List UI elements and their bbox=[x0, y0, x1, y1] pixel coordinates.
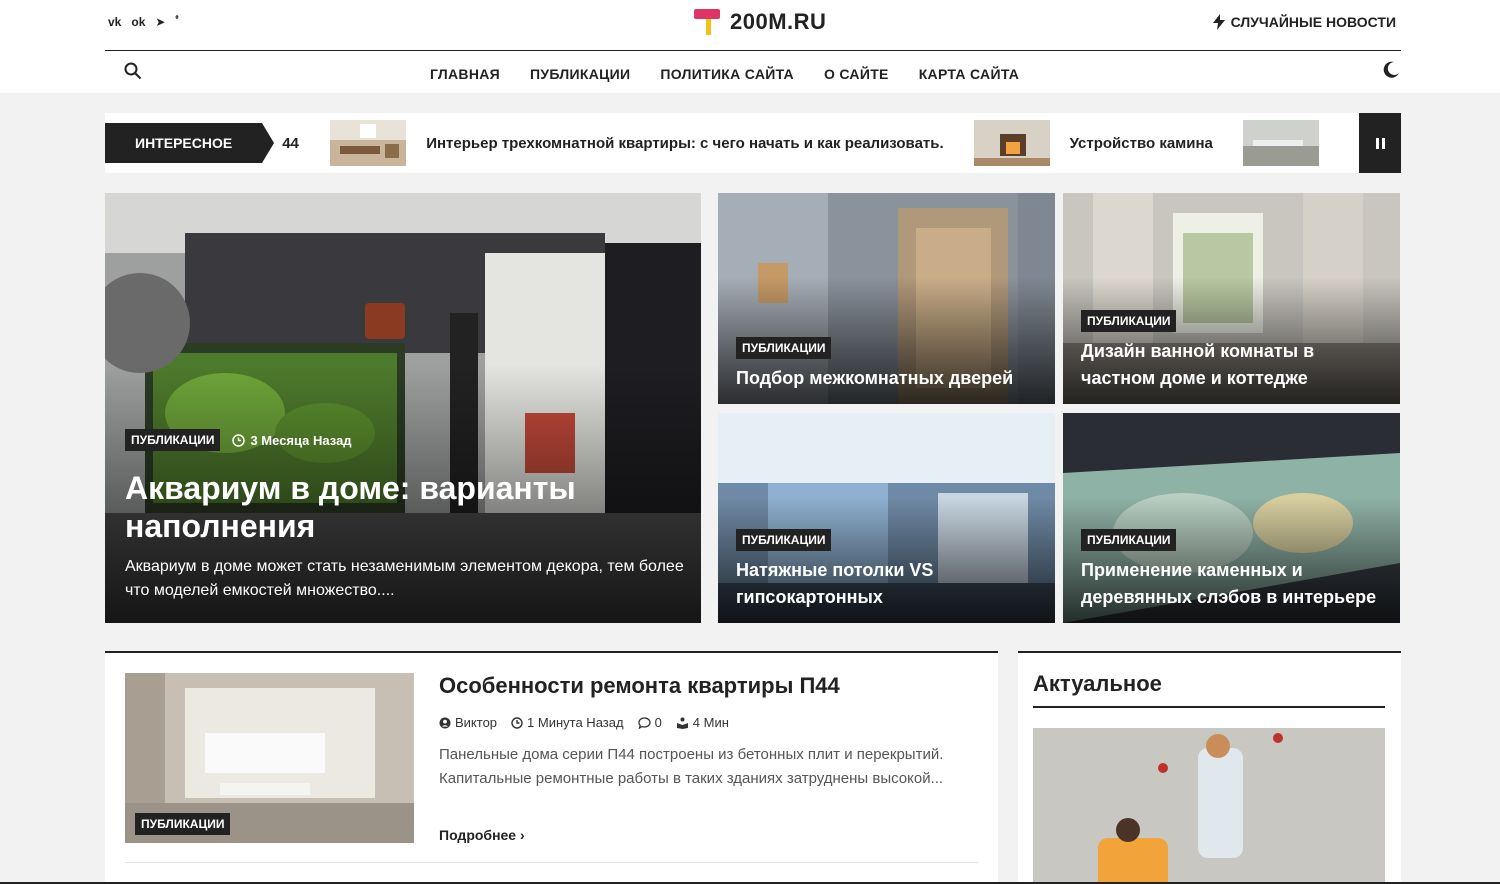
hero-post[interactable]: ПУБЛИКАЦИИ 3 Месяца Назад Аквариум в дом… bbox=[105, 193, 701, 623]
nav-policy[interactable]: ПОЛИТИКА САЙТА bbox=[660, 66, 794, 82]
sidebar-post-image[interactable] bbox=[1033, 728, 1385, 884]
clock-icon bbox=[511, 716, 523, 729]
read-more-label: Подробнее bbox=[439, 827, 517, 843]
category-badge[interactable]: ПУБЛИКАЦИИ bbox=[1081, 310, 1177, 332]
ticker-thumbnail bbox=[1242, 120, 1319, 166]
header-divider bbox=[105, 50, 1401, 51]
random-news-label: СЛУЧАЙНЫЕ НОВОСТИ bbox=[1230, 14, 1396, 30]
post-list: ПУБЛИКАЦИИ Особенности ремонта квартиры … bbox=[105, 651, 998, 884]
search-icon[interactable] bbox=[124, 62, 142, 80]
nav-sitemap[interactable]: КАРТА САЙТА bbox=[919, 66, 1020, 82]
post-excerpt: Панельные дома серии П44 построены из бе… bbox=[439, 746, 944, 787]
chevron-right-icon: › bbox=[520, 827, 525, 843]
ticker-thumbnail bbox=[973, 120, 1050, 166]
read-more-link[interactable]: Подробнее › bbox=[439, 827, 525, 843]
post-card[interactable]: ПУБЛИКАЦИИ Дизайн ванной комнаты в частн… bbox=[1063, 193, 1400, 404]
post-read-time-text: 4 Мин bbox=[692, 715, 729, 730]
category-badge[interactable]: ПУБЛИКАЦИИ bbox=[1081, 529, 1177, 551]
post-card[interactable]: ПУБЛИКАЦИИ Подбор межкомнатных дверей bbox=[718, 193, 1055, 404]
ticker-item-title: Интерьер трехкомнатной квартиры: с чего … bbox=[426, 134, 944, 152]
site-header: vk ok ➤ ﾟ 200M.RU СЛУЧАЙНЫЕ НОВОСТИ ГЛАВ… bbox=[0, 0, 1500, 93]
bolt-icon bbox=[1212, 14, 1225, 30]
category-badge[interactable]: ПУБЛИКАЦИИ bbox=[736, 529, 832, 551]
post-title[interactable]: Особенности ремонта квартиры П44 bbox=[439, 673, 840, 699]
post-comment-count: 0 bbox=[654, 715, 662, 730]
ticker-item[interactable]: Устройство камина bbox=[973, 120, 1213, 166]
card-title[interactable]: Натяжные потолки VS гипсокартонных bbox=[736, 557, 1037, 611]
category-badge[interactable]: ПУБЛИКАЦИИ bbox=[125, 429, 221, 451]
card-content: ПУБЛИКАЦИИ Дизайн ванной комнаты в частн… bbox=[1081, 310, 1382, 392]
social-links: vk ok ➤ ﾟ bbox=[108, 14, 181, 30]
category-badge[interactable]: ПУБЛИКАЦИИ bbox=[135, 813, 231, 835]
user-icon bbox=[439, 717, 451, 728]
sidebar-title: Актуальное bbox=[1033, 671, 1162, 696]
book-reader-icon bbox=[676, 717, 688, 729]
post-read-time: 4 Мин bbox=[676, 715, 729, 730]
dark-mode-icon[interactable] bbox=[1382, 61, 1400, 79]
post-author-name: Виктор bbox=[455, 715, 498, 730]
sidebar-title-underline bbox=[1033, 706, 1385, 708]
post-card[interactable]: ПУБЛИКАЦИИ Применение каменных и деревян… bbox=[1063, 413, 1400, 623]
sidebar-image bbox=[1033, 728, 1385, 884]
ticker-item[interactable]: Интерьер трехкомнатной квартиры: с чего … bbox=[330, 120, 944, 166]
post-comments[interactable]: 0 bbox=[637, 715, 662, 730]
post-time-text: 1 Минута Назад bbox=[527, 715, 624, 730]
ticker-pause-button[interactable] bbox=[1359, 113, 1401, 173]
clock-icon bbox=[232, 433, 246, 447]
ticker-item-title: Устройство камина bbox=[1069, 134, 1213, 152]
ticker-item[interactable] bbox=[1242, 120, 1319, 166]
post-divider bbox=[125, 862, 978, 863]
category-badge[interactable]: ПУБЛИКАЦИИ bbox=[736, 337, 832, 359]
logo-text: 200M.RU bbox=[730, 9, 827, 34]
hero-time-text: 3 Месяца Назад bbox=[250, 432, 352, 448]
ticker-label: ИНТЕРЕСНОЕ bbox=[105, 123, 275, 163]
card-title[interactable]: Применение каменных и деревянных слэбов … bbox=[1081, 557, 1382, 611]
card-content: ПУБЛИКАЦИИ Применение каменных и деревян… bbox=[1081, 529, 1382, 611]
card-title[interactable]: Дизайн ванной комнаты в частном доме и к… bbox=[1081, 338, 1382, 392]
telegram-icon[interactable]: ➤ bbox=[155, 14, 165, 30]
hero-time: 3 Месяца Назад bbox=[232, 432, 352, 448]
ok-icon[interactable]: ok bbox=[131, 14, 145, 30]
post-meta: Виктор 1 Минута Назад 0 4 Мин bbox=[439, 715, 729, 730]
card-title[interactable]: Подбор межкомнатных дверей bbox=[736, 365, 1037, 392]
post-time: 1 Минута Назад bbox=[511, 715, 624, 730]
nav-publications[interactable]: ПУБЛИКАЦИИ bbox=[530, 66, 630, 82]
vk-icon[interactable]: vk bbox=[108, 14, 121, 30]
nav-about[interactable]: О САЙТЕ bbox=[824, 66, 889, 82]
news-ticker: ИНТЕРЕСНОЕ 44 Интерьер трехкомнатной ква… bbox=[105, 113, 1401, 173]
comment-icon bbox=[637, 716, 651, 729]
ticker-number: 44 bbox=[282, 134, 299, 152]
zen-icon[interactable]: ﾟ bbox=[175, 14, 181, 30]
post-thumbnail[interactable]: ПУБЛИКАЦИИ bbox=[125, 673, 414, 843]
hero-excerpt: Аквариум в доме может стать незаменимым … bbox=[125, 558, 684, 599]
hero-meta: ПУБЛИКАЦИИ 3 Месяца Назад bbox=[125, 429, 352, 451]
post-card[interactable]: ПУБЛИКАЦИИ Натяжные потолки VS гипсокарт… bbox=[718, 413, 1055, 623]
ticker-thumbnail bbox=[330, 120, 407, 166]
sidebar-widget: Актуальное bbox=[1018, 651, 1401, 884]
main-nav: ГЛАВНАЯ ПУБЛИКАЦИИ ПОЛИТИКА САЙТА О САЙТ… bbox=[430, 66, 1019, 82]
hero-title[interactable]: Аквариум в доме: варианты наполнения bbox=[125, 469, 665, 545]
card-content: ПУБЛИКАЦИИ Подбор межкомнатных дверей bbox=[736, 337, 1037, 392]
random-news-link[interactable]: СЛУЧАЙНЫЕ НОВОСТИ bbox=[1212, 14, 1396, 30]
site-logo[interactable]: 200M.RU bbox=[694, 8, 826, 36]
card-content: ПУБЛИКАЦИИ Натяжные потолки VS гипсокарт… bbox=[736, 529, 1037, 611]
nav-home[interactable]: ГЛАВНАЯ bbox=[430, 66, 500, 82]
post-author[interactable]: Виктор bbox=[439, 715, 497, 730]
paint-roller-icon bbox=[694, 8, 722, 36]
